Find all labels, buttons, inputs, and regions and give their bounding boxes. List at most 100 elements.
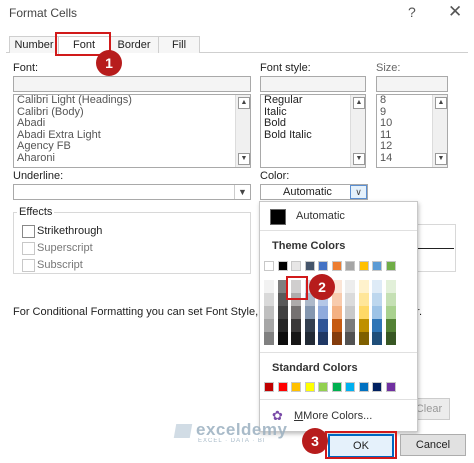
theme-shade-swatch[interactable] [264,319,274,332]
theme-shade-swatch[interactable] [385,332,396,345]
tab-fill[interactable]: Fill [158,36,200,53]
standard-colors-heading: Standard Colors [272,362,358,374]
theme-shade-swatch[interactable] [331,293,342,306]
automatic-color-swatch[interactable] [270,209,286,225]
theme-color-swatch[interactable] [277,261,288,271]
help-button[interactable]: ? [408,4,416,20]
standard-color-swatch[interactable] [277,382,288,392]
theme-shade-swatch[interactable] [358,306,369,319]
superscript-label: Superscript [37,242,93,254]
theme-shade-swatch[interactable] [345,306,355,319]
standard-color-swatch[interactable] [318,382,328,392]
theme-shade-swatch[interactable] [304,332,315,345]
strikethrough-checkbox[interactable] [22,225,35,238]
theme-shade-swatch[interactable] [345,332,355,345]
theme-shade-swatch[interactable] [345,280,355,293]
theme-color-swatch[interactable] [264,261,274,271]
font-list-item[interactable]: Calibri Light (Headings) [14,94,250,107]
font-list-scrollbar[interactable]: ▲ ▼ [235,95,250,167]
theme-shade-swatch[interactable] [372,332,382,345]
theme-shade-swatch[interactable] [358,332,369,345]
subscript-checkbox[interactable] [22,259,35,272]
chevron-down-icon[interactable]: ▼ [234,185,250,199]
theme-shade-swatch[interactable] [372,319,382,332]
size-label: Size: [376,62,401,74]
theme-color-swatch[interactable] [385,261,396,271]
theme-shade-swatch[interactable] [385,293,396,306]
theme-shade-swatch[interactable] [291,306,301,319]
font-list[interactable]: Calibri Light (Headings) Calibri (Body) … [13,94,251,168]
tab-border[interactable]: Border [109,36,159,53]
theme-shade-swatch[interactable] [372,280,382,293]
underline-label: Underline: [13,170,64,182]
theme-shade-swatch[interactable] [277,319,288,332]
theme-shade-swatch[interactable] [345,293,355,306]
theme-shade-swatch[interactable] [358,319,369,332]
standard-color-swatch[interactable] [264,382,274,392]
standard-color-swatch[interactable] [304,382,315,392]
theme-color-swatch[interactable] [291,261,301,271]
scroll-up-icon[interactable]: ▲ [435,97,447,109]
scroll-up-icon[interactable]: ▲ [353,97,365,109]
theme-shade-swatch[interactable] [331,332,342,345]
theme-shade-swatch[interactable] [358,280,369,293]
theme-shade-swatch[interactable] [318,319,328,332]
theme-shade-swatch[interactable] [318,332,328,345]
theme-color-swatch[interactable] [318,261,328,271]
font-input[interactable] [13,76,251,92]
theme-shade-swatch[interactable] [372,306,382,319]
theme-shade-swatch[interactable] [304,319,315,332]
theme-shade-swatch[interactable] [264,293,274,306]
theme-shade-swatch[interactable] [331,306,342,319]
standard-color-swatch[interactable] [345,382,355,392]
standard-color-swatch[interactable] [372,382,382,392]
standard-color-swatch[interactable] [385,382,396,392]
cancel-button[interactable]: Cancel [400,434,466,456]
theme-shade-swatch[interactable] [345,319,355,332]
standard-color-swatch[interactable] [331,382,342,392]
theme-shade-swatch[interactable] [264,280,274,293]
theme-color-swatch[interactable] [358,261,369,271]
close-button[interactable]: ✕ [448,2,462,22]
theme-shade-swatch[interactable] [318,306,328,319]
automatic-color-option[interactable]: Automatic [296,210,345,222]
standard-color-swatch[interactable] [358,382,369,392]
theme-shade-swatch[interactable] [264,332,274,345]
standard-color-swatch[interactable] [291,382,301,392]
superscript-checkbox[interactable] [22,242,35,255]
more-colors-option[interactable]: MMore Colors... [294,410,372,422]
size-list[interactable]: 8 9 10 11 12 14 ▲ ▼ [376,94,448,168]
theme-shade-swatch[interactable] [385,319,396,332]
font-style-list[interactable]: Regular Italic Bold Bold Italic ▲ ▼ [260,94,366,168]
theme-shade-swatch[interactable] [385,280,396,293]
scroll-down-icon[interactable]: ▼ [353,153,365,165]
theme-color-swatch[interactable] [331,261,342,271]
size-list-scrollbar[interactable]: ▲ ▼ [432,95,447,167]
font-style-scrollbar[interactable]: ▲ ▼ [350,95,365,167]
theme-shade-swatch[interactable] [304,306,315,319]
font-list-item[interactable]: Calibri (Body) [14,106,250,119]
theme-shade-swatch[interactable] [358,293,369,306]
size-input[interactable] [376,76,448,92]
theme-shade-swatch[interactable] [291,332,301,345]
theme-color-swatch[interactable] [345,261,355,271]
chevron-down-icon[interactable]: ∨ [350,185,367,199]
theme-shade-swatch[interactable] [277,332,288,345]
tab-number[interactable]: Number [9,36,59,53]
theme-color-swatch[interactable] [372,261,382,271]
font-list-item[interactable]: Aharoni [14,152,250,165]
scroll-up-icon[interactable]: ▲ [238,97,250,109]
theme-shade-swatch[interactable] [331,319,342,332]
color-select[interactable]: Automatic ∨ [260,184,368,200]
theme-shade-swatch[interactable] [264,306,274,319]
theme-shade-swatch[interactable] [372,293,382,306]
underline-select[interactable]: ▼ [13,184,251,200]
theme-color-swatch[interactable] [304,261,315,271]
effects-label: Effects [17,206,55,218]
theme-shade-swatch[interactable] [291,319,301,332]
theme-shade-swatch[interactable] [385,306,396,319]
scroll-down-icon[interactable]: ▼ [238,153,250,165]
theme-shade-swatch[interactable] [277,306,288,319]
font-style-input[interactable] [260,76,366,92]
scroll-down-icon[interactable]: ▼ [435,153,447,165]
